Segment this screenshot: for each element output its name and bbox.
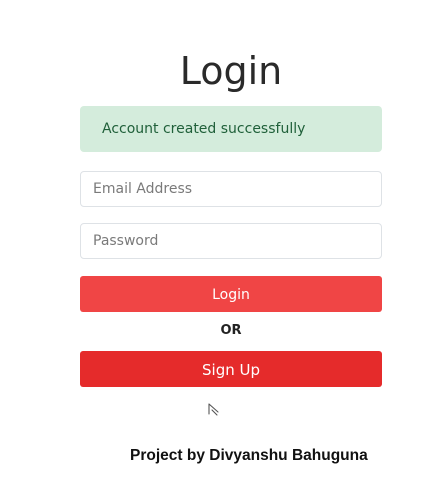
- email-field[interactable]: [80, 171, 382, 207]
- project-credit: Project by Divyanshu Bahuguna: [130, 447, 368, 464]
- password-field[interactable]: [80, 223, 382, 259]
- or-separator: OR: [220, 323, 242, 338]
- page-title: Login: [179, 49, 283, 93]
- signup-button[interactable]: Sign Up: [80, 351, 382, 387]
- success-alert: Account created successfully: [80, 106, 382, 152]
- login-button[interactable]: Login: [80, 276, 382, 312]
- mouse-pointer-icon: [208, 403, 219, 416]
